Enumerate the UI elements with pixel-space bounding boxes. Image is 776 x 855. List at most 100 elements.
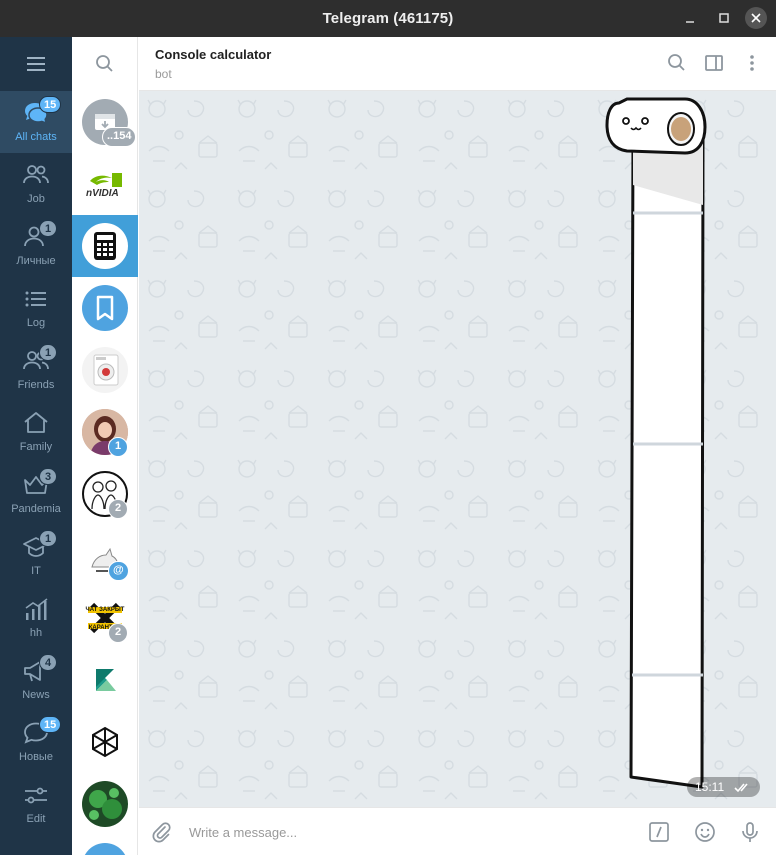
chat-item-person[interactable]: 1: [72, 401, 138, 463]
virus-avatar: [82, 781, 128, 827]
chat-item-hexagon[interactable]: [72, 711, 138, 773]
folder-label: Job: [27, 193, 45, 205]
washing-machine-avatar: [82, 347, 128, 393]
minimize-icon: [686, 21, 694, 23]
folder-unread-badge: 1: [39, 344, 57, 361]
folder-label: IT: [31, 565, 41, 577]
slash-command-icon: [649, 822, 669, 842]
avatar: [82, 843, 128, 855]
toggle-info-panel-button[interactable]: [702, 51, 726, 75]
minimize-button[interactable]: [680, 8, 700, 28]
folder-new[interactable]: 15 Новые: [0, 711, 72, 773]
kotlin-logo: [82, 657, 128, 703]
chat-item-nvidia[interactable]: nVIDIA: [72, 153, 138, 215]
paperclip-icon: [152, 822, 171, 843]
chat-title[interactable]: Console calculator: [155, 47, 271, 62]
chat-list: ..154 nVIDIA 1 2 @ ЧАТ ЗАКРЫТ НА КАРАНТИ…: [72, 37, 138, 855]
message-time: 15:11: [695, 780, 725, 794]
chat-unread-badge: 2: [108, 623, 128, 643]
people-icon: [23, 165, 49, 184]
chat-unread-badge: 1: [108, 437, 128, 457]
chat-item-archive[interactable]: ..154: [72, 91, 138, 153]
folder-unread-badge: 1: [39, 530, 57, 547]
folder-job[interactable]: Job: [0, 153, 72, 215]
messages-area[interactable]: 15:11: [139, 91, 776, 807]
folder-pandemia[interactable]: 3 Pandemia: [0, 463, 72, 525]
chat-item-quarantine[interactable]: ЧАТ ЗАКРЫТ НА КАРАНТИН 2: [72, 587, 138, 649]
folder-family[interactable]: Family: [0, 401, 72, 463]
bot-commands-button[interactable]: [647, 820, 671, 844]
chat-item-washing-machine[interactable]: [72, 339, 138, 401]
folder-unread-badge: 15: [39, 716, 62, 733]
chat-item-partial[interactable]: [72, 835, 138, 855]
folder-label: Edit: [26, 813, 46, 825]
folder-friends[interactable]: 1 Friends: [0, 339, 72, 401]
folder-label: Новые: [19, 751, 53, 763]
chat-item-console-calculator[interactable]: [72, 215, 138, 277]
folder-hh[interactable]: hh: [0, 587, 72, 649]
folder-unread-badge: 15: [39, 96, 62, 113]
folder-label: Log: [26, 317, 46, 329]
sidebar-toggle-icon: [705, 55, 723, 71]
chat-unread-badge: 2: [108, 499, 128, 519]
telegram-window: Telegram (461175) 15 All chats Job 1 Лич…: [0, 0, 776, 855]
chat-header: Console calculator bot: [139, 37, 776, 91]
emoji-button[interactable]: [693, 820, 717, 844]
chat-status: bot: [155, 67, 172, 81]
home-icon: [24, 412, 48, 433]
title-bar: Telegram (461175): [0, 0, 776, 37]
folder-label: Family: [19, 441, 53, 453]
chat-unread-badge: ..154: [102, 127, 137, 147]
folder-news[interactable]: 4 News: [0, 649, 72, 711]
smiley-icon: [695, 822, 715, 842]
attach-button[interactable]: [149, 820, 173, 844]
voice-message-button[interactable]: [738, 820, 762, 844]
microphone-icon: [742, 822, 758, 842]
close-button[interactable]: [745, 7, 767, 29]
folder-label: Pandemia: [11, 503, 61, 515]
folder-edit[interactable]: Edit: [0, 773, 72, 835]
sticker-toilet-paper[interactable]: [605, 95, 715, 795]
message-timestamp: 15:11: [687, 777, 760, 797]
chat-item-saved-messages[interactable]: [72, 277, 138, 339]
folder-personal[interactable]: 1 Личные: [0, 215, 72, 277]
list-icon: [25, 291, 46, 307]
folder-label: hh: [29, 627, 43, 639]
maximize-button[interactable]: [714, 8, 734, 28]
sliders-icon: [25, 787, 47, 804]
chat-item-kotlin[interactable]: [72, 649, 138, 711]
folder-unread-badge: 3: [39, 468, 57, 485]
folder-unread-badge: 4: [39, 654, 57, 671]
bookmark-icon: [82, 285, 128, 331]
nvidia-logo: nVIDIA: [82, 161, 128, 207]
message-input[interactable]: [189, 820, 609, 844]
double-check-icon: [734, 783, 748, 793]
hamburger-icon: [27, 57, 45, 71]
folder-label: News: [22, 689, 50, 701]
chat-item-drawing[interactable]: 2: [72, 463, 138, 525]
folders-sidebar: 15 All chats Job 1 Личные Log 1 Friends …: [0, 37, 72, 855]
folder-it[interactable]: 1 IT: [0, 525, 72, 587]
message-composer: [139, 807, 776, 855]
nvidia-logo-text: nVIDIA: [86, 188, 119, 199]
hexagon-logo: [82, 719, 128, 765]
stats-icon: [25, 598, 48, 620]
maximize-icon: [719, 13, 729, 23]
folder-log[interactable]: Log: [0, 277, 72, 339]
folder-unread-badge: 1: [39, 220, 57, 237]
close-icon: [751, 13, 761, 23]
calculator-icon: [82, 223, 128, 269]
chat-item-cat[interactable]: @: [72, 525, 138, 587]
folder-all-chats[interactable]: 15 All chats: [0, 91, 72, 153]
search-icon: [96, 55, 113, 72]
chat-item-virus[interactable]: [72, 773, 138, 835]
folder-label: Личные: [16, 255, 56, 267]
more-options-button[interactable]: [740, 51, 764, 75]
search-in-chat-button[interactable]: [665, 51, 689, 75]
window-title: Telegram (461175): [322, 10, 454, 27]
folder-label: Friends: [17, 379, 55, 391]
search-button[interactable]: [72, 37, 138, 91]
search-icon: [668, 54, 685, 71]
chat-mention-badge: @: [108, 561, 129, 581]
main-menu-button[interactable]: [0, 37, 72, 91]
